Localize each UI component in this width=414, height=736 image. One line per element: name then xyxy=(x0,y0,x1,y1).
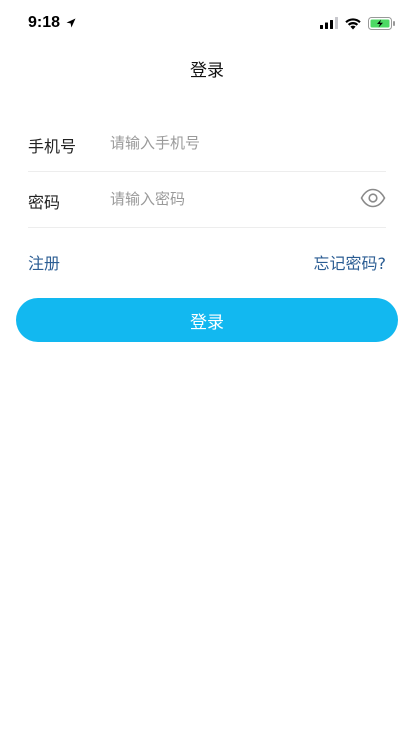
phone-label: 手机号 xyxy=(28,137,77,156)
password-label: 密码 xyxy=(28,193,61,212)
eye-icon[interactable] xyxy=(360,187,386,209)
location-arrow-icon xyxy=(66,18,76,28)
page-title: 登录 xyxy=(190,61,224,81)
status-icons xyxy=(320,16,396,30)
signal-icon xyxy=(320,17,338,29)
forgot-password-link[interactable]: 忘记密码? xyxy=(314,250,387,274)
phone-input[interactable] xyxy=(110,129,350,157)
password-row: 密码 xyxy=(28,171,386,228)
phone-row: 手机号 xyxy=(28,115,386,172)
status-time: 9:18 xyxy=(28,14,61,31)
register-link[interactable]: 注册 xyxy=(28,250,60,274)
password-input[interactable] xyxy=(110,185,350,213)
battery-charging-icon xyxy=(368,16,395,30)
login-button[interactable]: 登录 xyxy=(16,298,398,342)
status-bar: 9:18 xyxy=(0,0,414,44)
wifi-icon xyxy=(345,17,361,29)
